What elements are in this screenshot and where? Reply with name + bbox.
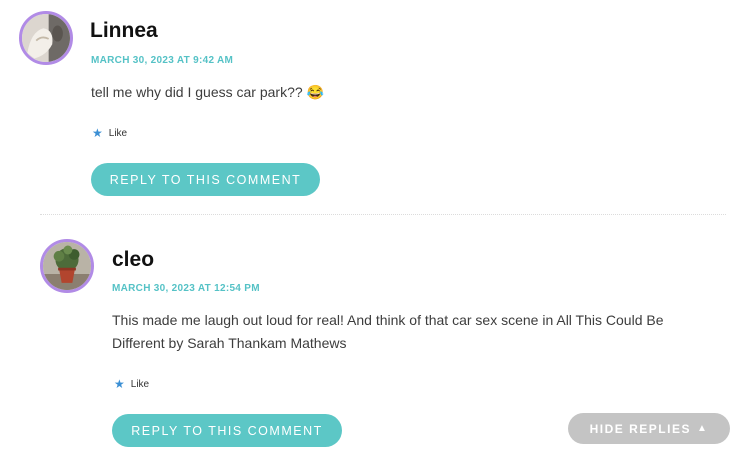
avatar[interactable] xyxy=(40,239,94,293)
hide-replies-label: HIDE REPLIES xyxy=(589,421,691,436)
comment-author[interactable]: cleo xyxy=(112,248,154,272)
avatar[interactable] xyxy=(19,11,73,65)
comment-author[interactable]: Linnea xyxy=(90,19,158,43)
reply-button[interactable]: REPLY TO THIS COMMENT xyxy=(91,163,320,196)
star-icon: ★ xyxy=(92,126,103,140)
like-button[interactable]: ★ Like xyxy=(114,378,149,390)
hide-replies-button[interactable]: HIDE REPLIES ▲ xyxy=(568,413,730,444)
reply-button[interactable]: REPLY TO THIS COMMENT xyxy=(112,414,342,447)
like-label: Like xyxy=(130,378,150,390)
triangle-up-icon: ▲ xyxy=(696,423,709,434)
like-label: Like xyxy=(108,127,128,139)
comment-divider xyxy=(40,214,726,215)
avatar-image xyxy=(43,242,91,290)
comment-text: This made me laugh out loud for real! An… xyxy=(112,309,712,355)
star-icon: ★ xyxy=(114,377,125,391)
comment-text-line: This made me laugh out loud for real! An… xyxy=(112,312,664,328)
comment-timestamp[interactable]: MARCH 30, 2023 AT 12:54 PM xyxy=(112,283,260,294)
like-button[interactable]: ★ Like xyxy=(92,127,127,139)
comment-timestamp[interactable]: MARCH 30, 2023 AT 9:42 AM xyxy=(91,55,233,66)
comment-text: tell me why did I guess car park?? 😂 xyxy=(91,84,324,100)
avatar-image xyxy=(22,14,70,62)
comment-text-line: Different by Sarah Thankam Mathews xyxy=(112,335,347,351)
